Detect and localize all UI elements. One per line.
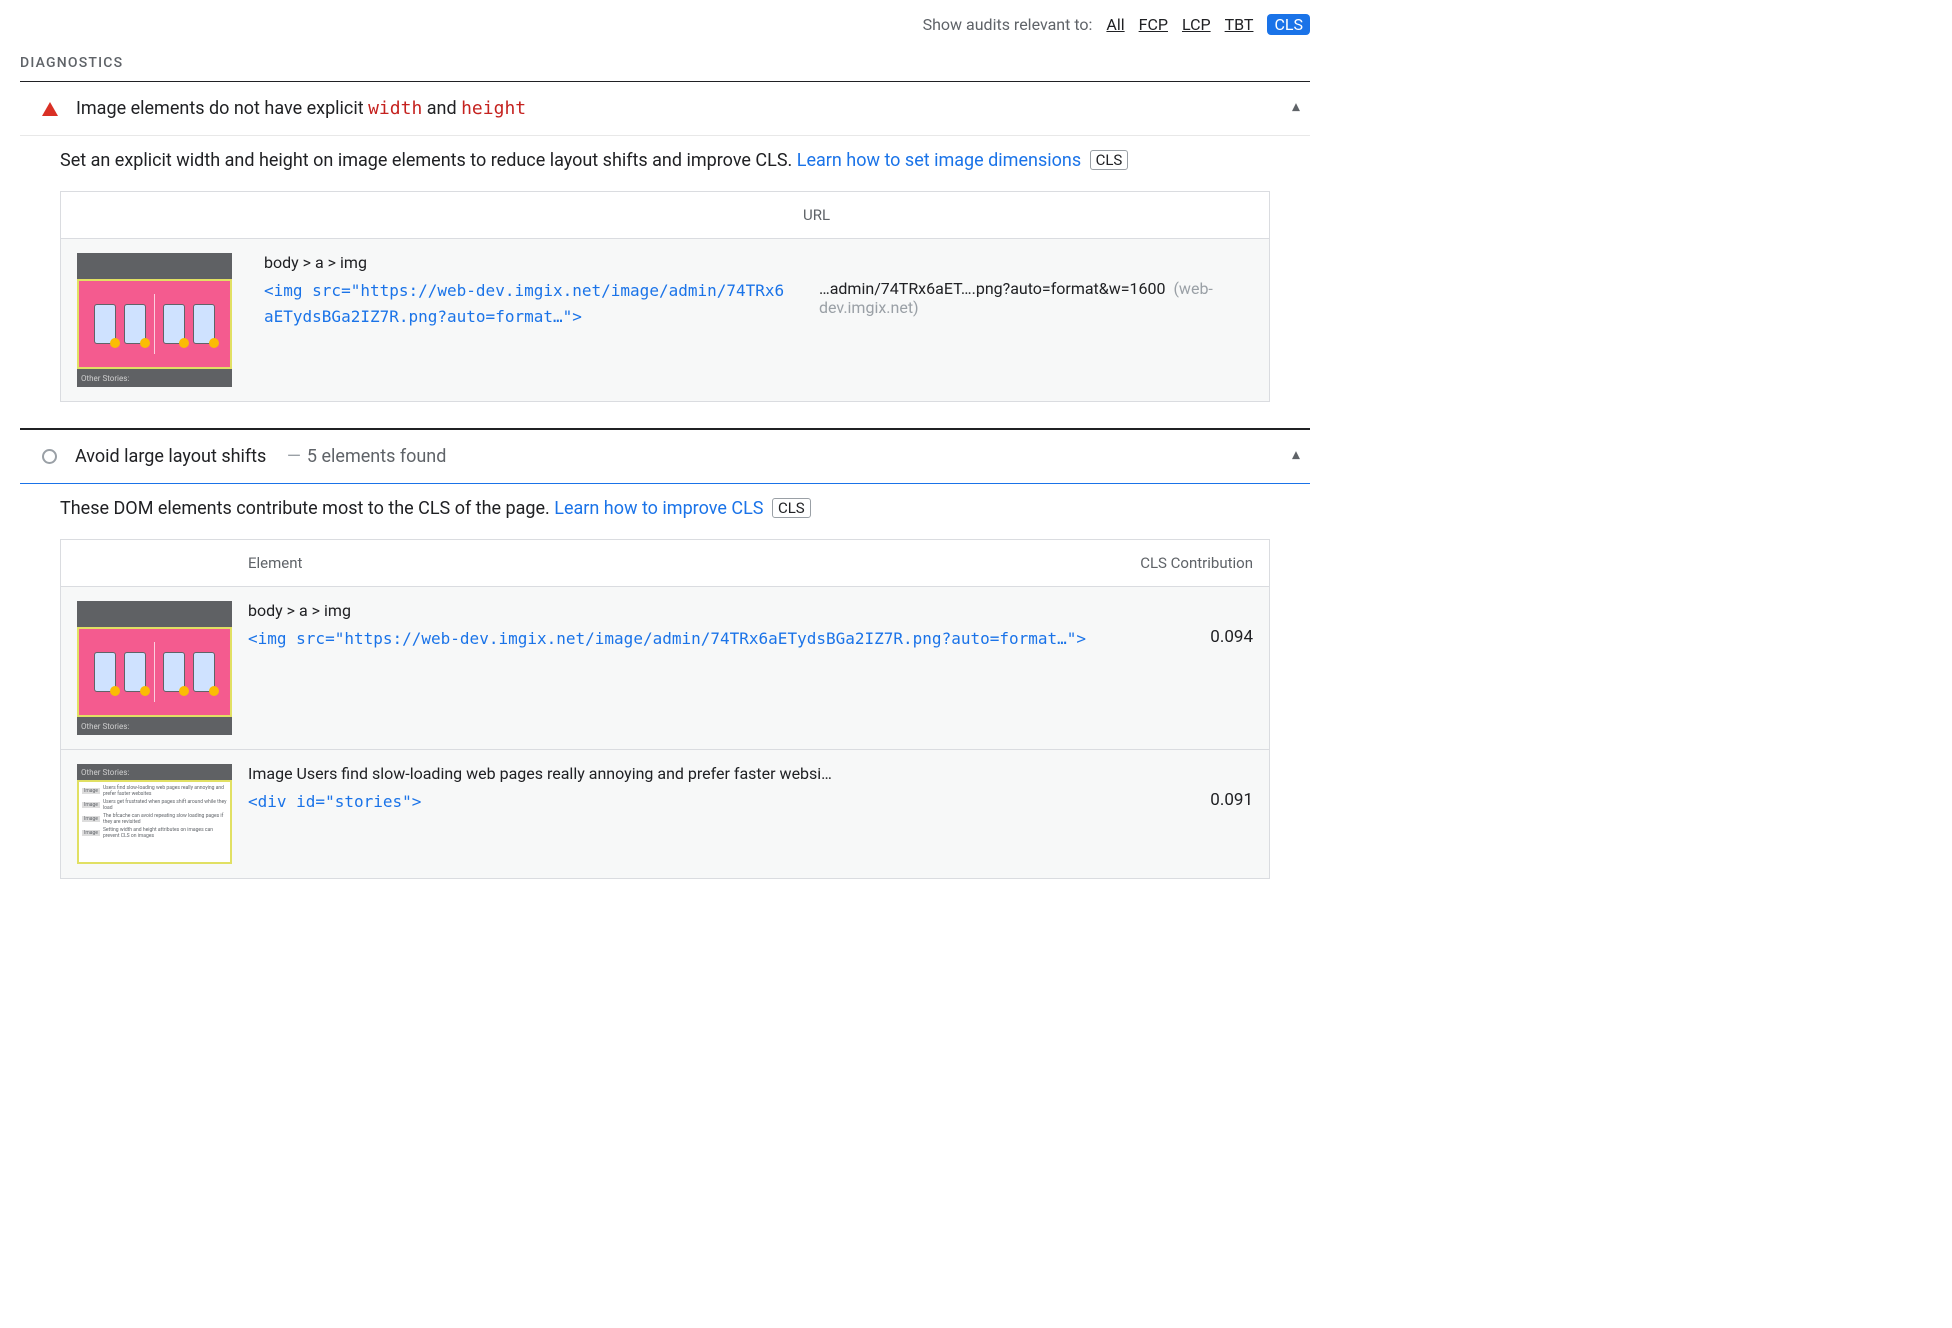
audit-desc-text: These DOM elements contribute most to th…: [60, 498, 554, 519]
td-element: Image Users find slow-loading web pages …: [248, 750, 1121, 879]
audit-title-text: Avoid large layout shifts: [75, 446, 266, 467]
node-selector: Image Users find slow-loading web pages …: [248, 764, 1105, 783]
filter-label: Show audits relevant to:: [923, 15, 1093, 34]
node-snippet: <img src="https://web-dev.imgix.net/imag…: [264, 278, 787, 329]
learn-link-improve-cls[interactable]: Learn how to improve CLS: [554, 498, 763, 519]
audit-filter-bar: Show audits relevant to: All FCP LCP TBT…: [20, 10, 1310, 55]
cls-badge: CLS: [772, 498, 811, 518]
audit-title-mid: and: [422, 98, 461, 119]
chevron-down-icon: ▾: [1292, 99, 1300, 118]
code-width: width: [368, 98, 422, 119]
node-thumbnail: Other Stories:: [77, 601, 232, 735]
node-thumbnail: Other Stories:: [77, 253, 232, 387]
audit-meta-count: 5 elements found: [307, 446, 447, 467]
td-url: …admin/74TRx6aET….png?auto=format&w=1600…: [803, 239, 1270, 402]
table-row: Other Stories: ImageUsers find slow-load…: [61, 750, 1270, 879]
thumb-line: Users get frustrated when pages shift ar…: [103, 799, 227, 811]
filter-fcp[interactable]: FCP: [1139, 15, 1168, 34]
audit-title: Avoid large layout shifts —5 elements fo…: [75, 446, 446, 467]
td-thumb: Other Stories:: [61, 239, 249, 402]
td-thumb: Other Stories: ImageUsers find slow-load…: [61, 750, 249, 879]
neutral-circle-icon: [42, 449, 57, 464]
th-thumb: [61, 540, 249, 587]
thumb-line: Users find slow-loading web pages really…: [103, 785, 227, 797]
thumb-label: Other Stories:: [77, 717, 232, 735]
audit-desc-text: Set an explicit width and height on imag…: [60, 150, 797, 171]
audit-row-layout-shifts[interactable]: Avoid large layout shifts —5 elements fo…: [20, 430, 1310, 484]
node-snippet: <div id="stories">: [248, 789, 1105, 815]
audit-row-image-dimensions[interactable]: Image elements do not have explicit widt…: [20, 82, 1310, 136]
thumb-label: Other Stories:: [77, 369, 232, 387]
th-element: Element: [248, 540, 1121, 587]
audit-description: These DOM elements contribute most to th…: [20, 484, 1310, 533]
audit-details-table-url: URL Other Stories: body > a > img <img s…: [60, 191, 1270, 402]
td-element: body > a > img <img src="https://web-dev…: [248, 239, 803, 402]
th-element: [248, 192, 803, 239]
filter-lcp[interactable]: LCP: [1182, 15, 1211, 34]
audit-meta: —5 elements found: [281, 446, 447, 467]
code-height: height: [461, 98, 526, 119]
td-thumb: Other Stories:: [61, 587, 249, 750]
td-element: body > a > img <img src="https://web-dev…: [248, 587, 1121, 750]
thumb-line: The bfcache can avoid repeating slow loa…: [103, 813, 227, 825]
th-cls-contribution: CLS Contribution: [1121, 540, 1270, 587]
cls-badge: CLS: [1090, 150, 1129, 170]
url-text: …admin/74TRx6aET….png?auto=format&w=1600: [819, 279, 1166, 298]
node-selector: body > a > img: [264, 253, 787, 272]
fail-triangle-icon: [42, 102, 58, 116]
audit-title-text: Image elements do not have explicit: [76, 98, 368, 119]
node-selector: body > a > img: [248, 601, 1105, 620]
node-snippet: <img src="https://web-dev.imgix.net/imag…: [248, 626, 1105, 652]
th-url: URL: [803, 192, 1270, 239]
table-row: Other Stories: body > a > img <img src="…: [61, 587, 1270, 750]
td-score: 0.091: [1121, 750, 1270, 879]
th-thumb: [61, 192, 249, 239]
audit-title: Image elements do not have explicit widt…: [76, 98, 526, 119]
filter-cls[interactable]: CLS: [1267, 14, 1310, 35]
filter-all[interactable]: All: [1106, 15, 1124, 34]
section-title-diagnostics: DIAGNOSTICS: [20, 55, 1310, 82]
learn-link-image-dimensions[interactable]: Learn how to set image dimensions: [797, 150, 1081, 171]
audit-description: Set an explicit width and height on imag…: [20, 136, 1310, 185]
filter-tbt[interactable]: TBT: [1225, 15, 1254, 34]
thumb-label: Other Stories:: [77, 764, 232, 780]
audit-details-table-cls: Element CLS Contribution Other Stories: …: [60, 539, 1270, 879]
chevron-down-icon: ▾: [1292, 447, 1300, 466]
td-score: 0.094: [1121, 587, 1270, 750]
table-row: Other Stories: body > a > img <img src="…: [61, 239, 1270, 402]
node-thumbnail: Other Stories: ImageUsers find slow-load…: [77, 764, 232, 864]
thumb-line: Setting width and height attributes on i…: [103, 827, 227, 839]
